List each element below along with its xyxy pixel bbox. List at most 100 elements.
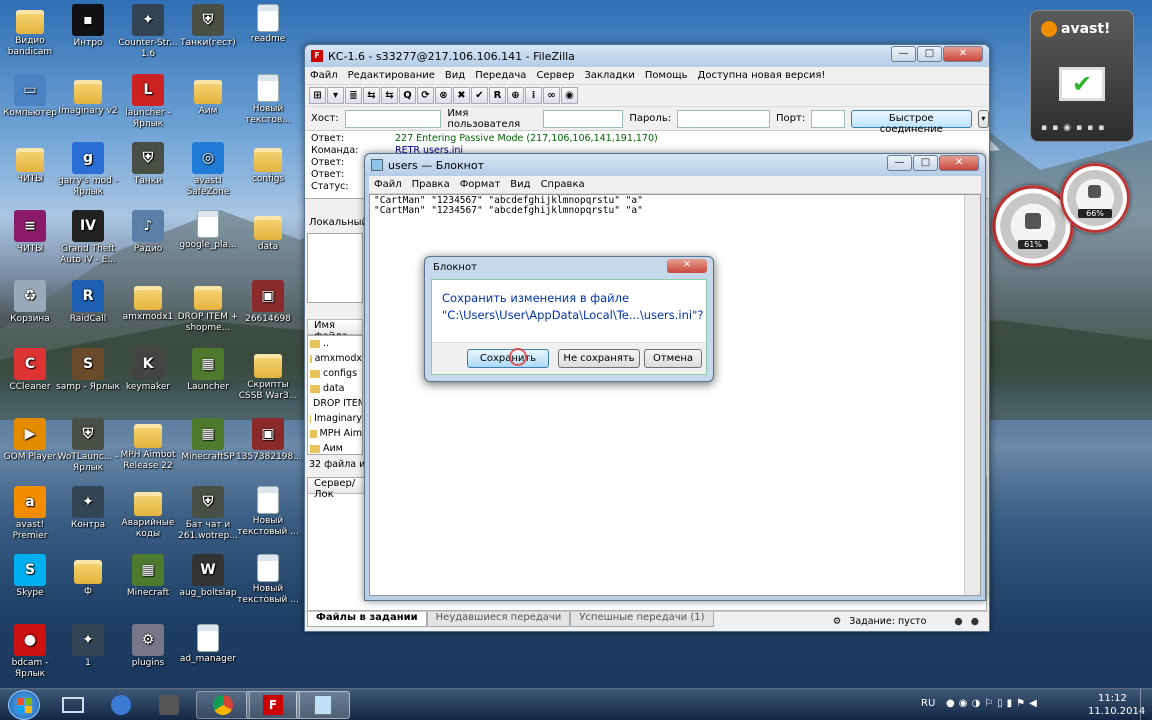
desktop-icon[interactable]: Новый текстовый ... — [236, 554, 300, 606]
minimize-button[interactable]: — — [887, 155, 912, 171]
menu-item[interactable]: Файл — [369, 179, 407, 190]
desktop-icon[interactable]: ⛨ Бат чат и 261.wotrep... — [176, 486, 240, 542]
username-input[interactable] — [543, 109, 624, 128]
toolbar-button[interactable]: ✖ — [453, 87, 470, 104]
desktop-icon[interactable]: Imaginary v2 — [56, 74, 120, 117]
toolbar-button[interactable]: ⊕ — [507, 87, 524, 104]
desktop-icon[interactable]: ▪ Интро — [56, 4, 120, 49]
desktop-icon[interactable]: S Skype — [0, 554, 62, 599]
local-filelist[interactable]: .. amxmodx configs data DROP ITEM Imaginary MP… — [307, 335, 363, 455]
desktop-icon[interactable]: DROP ITEM + shopme... — [176, 280, 240, 334]
minimize-button[interactable]: — — [891, 46, 916, 62]
file-row[interactable]: Imaginary — [308, 411, 362, 426]
menu-item[interactable]: Вид — [440, 70, 470, 81]
menu-item[interactable]: Передача — [470, 70, 531, 81]
close-button[interactable]: ✕ — [943, 46, 983, 62]
menu-item[interactable]: Помощь — [640, 70, 693, 81]
menu-item[interactable]: Справка — [536, 179, 590, 190]
desktop-icon[interactable]: ЧИТЫ — [0, 142, 62, 185]
taskbar-filezilla-icon[interactable]: F — [246, 691, 300, 719]
desktop-icon[interactable]: google_pla... — [176, 210, 240, 251]
desktop-icon[interactable]: Новый текстовый ... — [236, 486, 300, 538]
file-row[interactable]: data — [308, 381, 362, 396]
close-button[interactable]: ✕ — [939, 155, 979, 171]
desktop-icon[interactable]: data — [236, 210, 300, 253]
toolbar-button[interactable]: ⊗ — [435, 87, 452, 104]
desktop-icon[interactable]: amxmodx1 — [116, 280, 180, 323]
desktop-icon[interactable]: readme — [236, 4, 300, 45]
desktop-icon[interactable]: ⛨ Танки — [116, 142, 180, 187]
desktop-icon[interactable]: ▦ MinecraftSP — [176, 418, 240, 463]
toolbar-button[interactable]: R — [489, 87, 506, 104]
desktop-icon[interactable]: ▣ 26614698 — [236, 280, 300, 325]
quickconnect-dropdown-icon[interactable]: ▾ — [977, 109, 989, 128]
desktop-icon[interactable]: a avast! Premier — [0, 486, 62, 542]
desktop-icon[interactable]: g garry's mod - Ярлык — [56, 142, 120, 198]
desktop-icon[interactable]: ● bdcam - Ярлык — [0, 624, 62, 680]
desktop-icon[interactable]: ✦ Контра — [56, 486, 120, 531]
desktop-icon[interactable]: Ssamp - Ярлык — [56, 348, 120, 393]
vertical-scrollbar[interactable] — [964, 195, 980, 595]
menu-item[interactable]: Вид — [505, 179, 535, 190]
desktop-icon[interactable]: ⛨ WoTLaunc... - Ярлык — [56, 418, 120, 474]
filelist-header[interactable]: Имя файла — [307, 319, 363, 342]
desktop-icon[interactable]: ⛨ Танки(гест) — [176, 4, 240, 49]
menu-item[interactable]: Формат — [455, 179, 506, 190]
menu-item[interactable]: Сервер — [531, 70, 579, 81]
toolbar-button[interactable]: Q — [399, 87, 416, 104]
desktop-icon[interactable]: Аим — [176, 74, 240, 117]
desktop-icon[interactable]: Новый текстов... — [236, 74, 300, 126]
menu-item[interactable]: Закладки — [579, 70, 640, 81]
file-row[interactable]: MPH Aim — [308, 426, 362, 441]
maximize-button[interactable]: □ — [917, 46, 942, 62]
host-input[interactable] — [344, 109, 442, 128]
taskbar-notepad-icon[interactable] — [296, 691, 350, 719]
menu-item[interactable]: Правка — [407, 179, 455, 190]
port-input[interactable] — [811, 109, 845, 128]
toolbar-button[interactable]: ◉ — [561, 87, 578, 104]
avast-widget[interactable]: avast! ✔ ▪▪◉▪▪▪ — [1030, 10, 1134, 142]
dont-save-button[interactable]: Не сохранять — [558, 349, 640, 368]
toolbar-button[interactable]: ⇆ — [381, 87, 398, 104]
desktop-icon[interactable]: ♻ Корзина — [0, 280, 62, 325]
file-row[interactable]: .. — [308, 336, 362, 351]
quickconnect-button[interactable]: Быстрое соединение — [850, 109, 972, 135]
desktop-icon[interactable]: Llauncher - Ярлык — [116, 74, 180, 130]
taskbar-media-icon[interactable] — [94, 691, 148, 719]
show-desktop-button[interactable] — [1140, 689, 1152, 720]
desktop-icon[interactable]: ✦ 1 — [56, 624, 120, 669]
taskbar-chrome-icon[interactable] — [196, 691, 250, 719]
taskbar-tanks-icon[interactable] — [142, 691, 196, 719]
password-input[interactable] — [677, 109, 771, 128]
clock-date[interactable]: 11.10.2014 — [1088, 706, 1145, 717]
file-row[interactable]: amxmodx — [308, 351, 362, 366]
desktop-icon[interactable]: ▭ Компьютер — [0, 74, 62, 119]
desktop-icon[interactable]: ⚙ plugins — [116, 624, 180, 669]
dialog-close-button[interactable]: ✕ — [667, 259, 707, 273]
desktop-icon[interactable]: ▦ Launcher — [176, 348, 240, 393]
save-dialog[interactable]: Блокнот ✕ Сохранить изменения в файле "C… — [424, 256, 714, 382]
clock-time[interactable]: 11:12 — [1098, 693, 1127, 704]
desktop-icon[interactable]: ◎ avast! SafeZone — [176, 142, 240, 198]
taskbar-computer-icon[interactable] — [46, 691, 100, 719]
server-local-header[interactable]: Сервер/Лок — [308, 478, 368, 500]
desktop-icon[interactable]: C CCleaner — [0, 348, 62, 393]
notepad-text-area[interactable]: "CartMan" "1234567" "abcdefghijklmnopqrs… — [369, 194, 981, 596]
toolbar-button[interactable]: ⇆ — [363, 87, 380, 104]
menu-item[interactable]: Редактирование — [343, 70, 440, 81]
desktop-icon[interactable]: Waug_boltslap — [176, 554, 240, 599]
toolbar-button[interactable]: ▾ — [327, 87, 344, 104]
desktop-icon[interactable]: ♪ Радио — [116, 210, 180, 255]
desktop-icon[interactable]: ✦ Counter-Str... 1.6 — [116, 4, 180, 60]
desktop-icon[interactable]: Скрипты CSSB War3... — [236, 348, 300, 402]
start-button[interactable] — [8, 690, 40, 720]
file-row[interactable]: DROP ITEM — [308, 396, 362, 411]
desktop-icon[interactable]: MPH Aimbot Release 22 — [116, 418, 180, 472]
file-row[interactable]: Аим — [308, 441, 362, 454]
desktop-icon[interactable]: R RaidCall — [56, 280, 120, 325]
desktop-icon[interactable]: ▣ 1357382198... — [236, 418, 302, 463]
desktop-icon[interactable]: Видио bandicam — [0, 4, 62, 58]
desktop-icon[interactable]: ф — [56, 554, 120, 597]
maximize-button[interactable]: □ — [913, 155, 938, 171]
desktop-icon[interactable]: configs — [236, 142, 300, 185]
